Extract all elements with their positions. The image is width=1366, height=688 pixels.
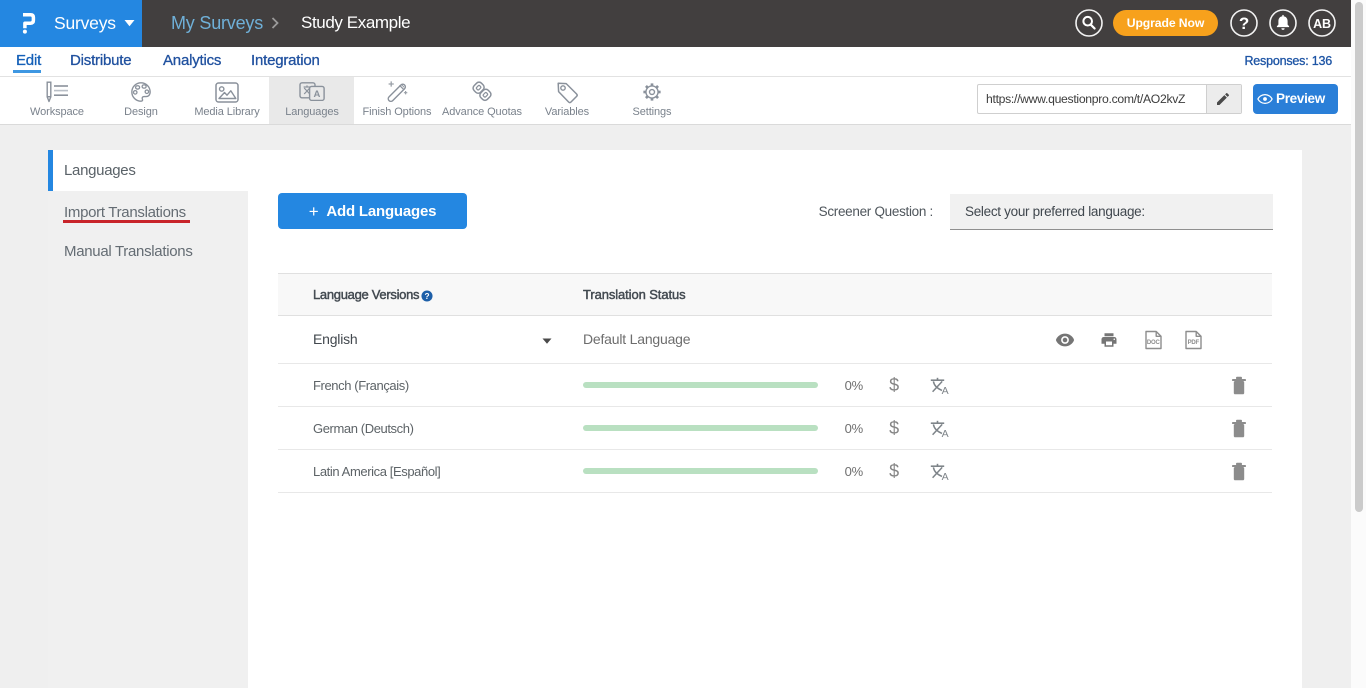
svg-text:?: ? <box>1239 14 1249 33</box>
svg-text:Surveys: Surveys <box>54 13 116 33</box>
svg-text:?: ? <box>425 291 430 301</box>
svg-text:PDF: PDF <box>1188 340 1200 346</box>
svg-text:AB: AB <box>1313 17 1331 31</box>
svg-text:A: A <box>313 89 320 100</box>
svg-text:DOC: DOC <box>1147 340 1161 346</box>
